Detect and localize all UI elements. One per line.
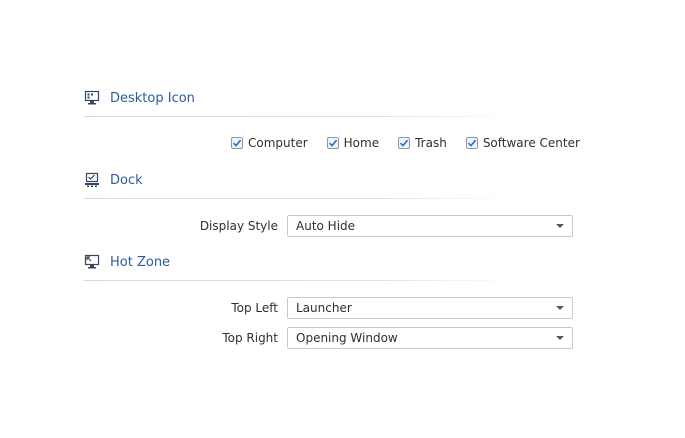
hot-zone-section-header: Hot Zone [84, 248, 514, 276]
top-left-dropdown[interactable]: Launcher [287, 297, 573, 319]
hot-zone-title: Hot Zone [110, 254, 171, 270]
top-left-row: Top Left Launcher [100, 297, 573, 319]
checkbox-checked-icon[interactable] [465, 137, 478, 149]
checkbox-software-center[interactable]: Software Center [465, 136, 580, 150]
display-style-row: Display Style Auto Hide [100, 215, 573, 237]
checkbox-checked-icon[interactable] [326, 137, 339, 149]
monitor-icon [84, 90, 100, 106]
top-right-label: Top Right [222, 331, 278, 345]
checkbox-home[interactable]: Home [326, 136, 380, 150]
checkbox-label: Home [343, 136, 380, 150]
dock-section-header: Dock [84, 166, 514, 194]
top-right-dropdown[interactable]: Opening Window [287, 327, 573, 349]
dock-title: Dock [110, 172, 143, 188]
display-style-dropdown[interactable]: Auto Hide [287, 215, 573, 237]
section-divider [84, 280, 514, 281]
checkbox-computer[interactable]: Computer [231, 136, 308, 150]
section-divider [84, 198, 514, 199]
chevron-down-icon [556, 306, 564, 310]
chevron-down-icon [556, 336, 564, 340]
section-divider [84, 116, 514, 117]
dropdown-value: Auto Hide [296, 219, 356, 233]
desktop-icon-section-header: Desktop Icon [84, 84, 514, 112]
hot-zone-icon [84, 254, 100, 270]
checkbox-trash[interactable]: Trash [398, 136, 447, 150]
dock-icon [84, 172, 100, 188]
top-right-row: Top Right Opening Window [100, 327, 573, 349]
checkbox-label: Software Center [482, 136, 580, 150]
checkbox-checked-icon[interactable] [398, 137, 411, 149]
checkbox-checked-icon[interactable] [231, 137, 243, 149]
display-style-label: Display Style [199, 219, 278, 233]
desktop-icon-title: Desktop Icon [110, 90, 195, 106]
desktop-icon-options: Computer Home Trash Software Center [231, 136, 580, 150]
checkbox-label: Computer [248, 136, 308, 150]
top-left-label: Top Left [231, 301, 278, 315]
dropdown-value: Opening Window [296, 331, 398, 345]
chevron-down-icon [556, 224, 564, 228]
checkbox-label: Trash [415, 136, 447, 150]
dropdown-value: Launcher [296, 301, 352, 315]
